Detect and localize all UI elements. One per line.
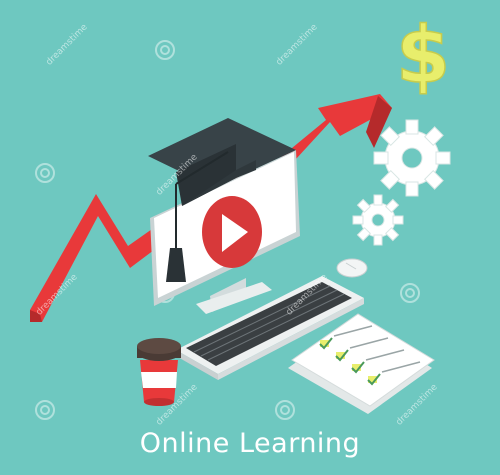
- mouse-icon: [336, 258, 368, 278]
- svg-text:$: $: [396, 11, 450, 101]
- caption: Online Learning: [139, 428, 361, 459]
- gears-icon: [352, 119, 451, 246]
- coffee-cup-icon: [137, 338, 181, 406]
- illustration: $ dreamstime dreamstime dreamstime dream…: [0, 0, 500, 475]
- dollar-sign-icon: $: [395, 10, 451, 102]
- play-icon: [202, 196, 262, 268]
